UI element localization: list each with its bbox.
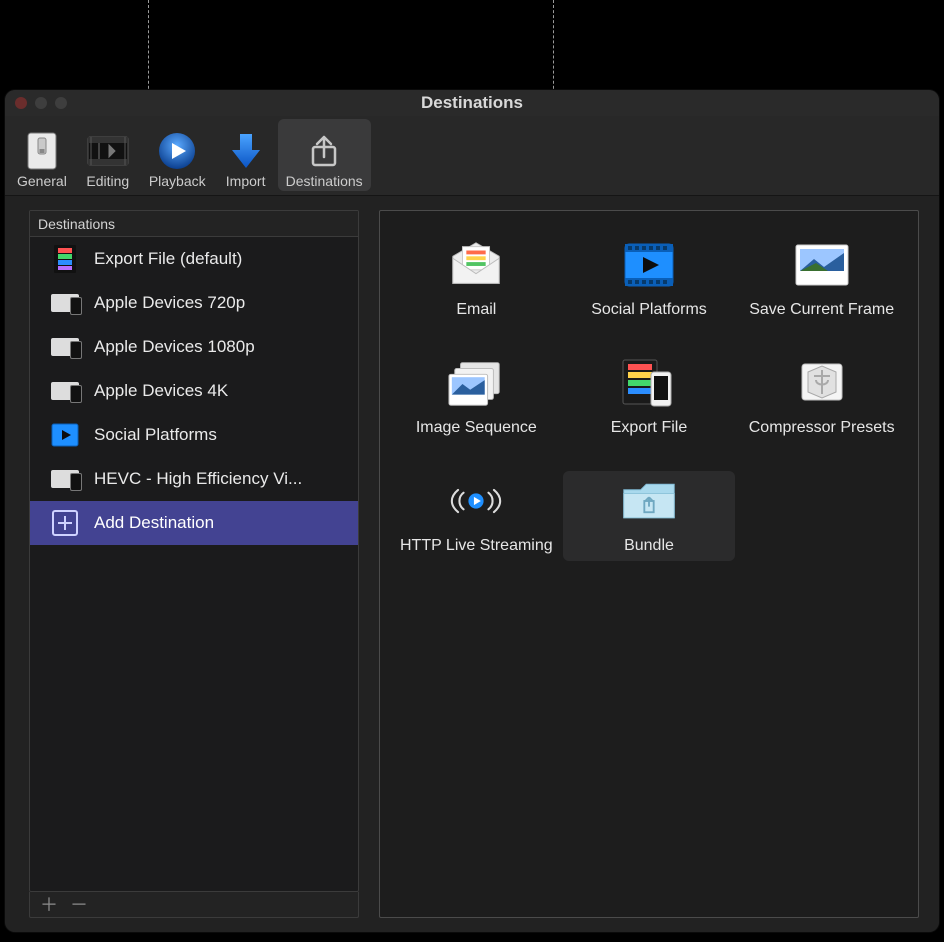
- list-item-label: Apple Devices 4K: [94, 381, 236, 401]
- tile-email[interactable]: Email: [390, 235, 563, 325]
- tab-label: Destinations: [286, 173, 363, 189]
- window-body: Destinations Export File (: [5, 196, 939, 932]
- devices-icon: [50, 464, 80, 494]
- tile-social[interactable]: Social Platforms: [563, 235, 736, 325]
- image-stack-icon: [447, 359, 505, 407]
- tile-label: HTTP Live Streaming: [400, 537, 553, 555]
- list-item-export-file[interactable]: Export File (default): [30, 237, 358, 281]
- social-icon: [50, 420, 80, 450]
- tile-label: Image Sequence: [416, 419, 537, 437]
- list-item-1080p[interactable]: Apple Devices 1080p: [30, 325, 358, 369]
- list-item-hevc[interactable]: HEVC - High Efficiency Vi...: [30, 457, 358, 501]
- compressor-icon: [793, 359, 851, 407]
- tab-label: Editing: [86, 173, 129, 189]
- list-item-label: Add Destination: [94, 513, 222, 533]
- film-strip-icon: [50, 244, 80, 274]
- list-item-add-destination[interactable]: Add Destination: [30, 501, 358, 545]
- tile-label: Save Current Frame: [749, 301, 894, 319]
- list-item-label: Social Platforms: [94, 425, 225, 445]
- list-footer: ＋ －: [29, 892, 359, 918]
- tile-label: Export File: [611, 419, 687, 437]
- tab-label: General: [17, 173, 67, 189]
- http-live-streaming-icon: [447, 477, 505, 525]
- import-icon: [226, 129, 266, 173]
- tab-editing[interactable]: Editing: [77, 119, 139, 191]
- tile-export-file[interactable]: Export File: [563, 353, 736, 443]
- general-icon: [24, 129, 60, 173]
- devices-icon: [50, 332, 80, 362]
- tab-playback[interactable]: Playback: [141, 119, 214, 191]
- tab-label: Import: [226, 173, 266, 189]
- list-item-720p[interactable]: Apple Devices 720p: [30, 281, 358, 325]
- email-icon: [447, 241, 505, 289]
- tab-label: Playback: [149, 173, 206, 189]
- tile-save-frame[interactable]: Save Current Frame: [735, 235, 908, 325]
- editing-icon: [85, 129, 131, 173]
- destination-templates-panel: Email Social Platforms: [379, 210, 919, 918]
- tile-bundle[interactable]: Bundle: [563, 471, 736, 561]
- tab-import[interactable]: Import: [216, 119, 276, 191]
- destinations-icon: [307, 129, 341, 173]
- list-item-4k[interactable]: Apple Devices 4K: [30, 369, 358, 413]
- image-frame-icon: [793, 241, 851, 289]
- tile-hls[interactable]: HTTP Live Streaming: [390, 471, 563, 561]
- templates-grid: Email Social Platforms: [380, 211, 918, 585]
- devices-icon: [50, 288, 80, 318]
- list-item-label: Export File (default): [94, 249, 250, 269]
- add-button[interactable]: ＋: [40, 896, 58, 914]
- list-item-social[interactable]: Social Platforms: [30, 413, 358, 457]
- tile-label: Bundle: [624, 537, 674, 555]
- list-body: Export File (default) Apple Devices 720p…: [30, 237, 358, 891]
- add-icon: [50, 508, 80, 538]
- playback-icon: [156, 129, 198, 173]
- export-file-icon: [620, 359, 678, 407]
- tab-destinations[interactable]: Destinations: [278, 119, 371, 191]
- titlebar: Destinations: [5, 90, 939, 116]
- preferences-window: Destinations General: [5, 90, 939, 932]
- window-title: Destinations: [5, 93, 939, 113]
- bundle-folder-icon: [620, 477, 678, 525]
- preferences-toolbar: General Editing: [5, 116, 939, 196]
- list-item-label: Apple Devices 720p: [94, 293, 253, 313]
- tile-image-sequence[interactable]: Image Sequence: [390, 353, 563, 443]
- tile-compressor[interactable]: Compressor Presets: [735, 353, 908, 443]
- social-icon: [620, 241, 678, 289]
- devices-icon: [50, 376, 80, 406]
- list-item-label: HEVC - High Efficiency Vi...: [94, 469, 310, 489]
- tile-label: Social Platforms: [591, 301, 707, 319]
- destinations-sidebar: Destinations Export File (: [29, 210, 359, 918]
- list-item-label: Apple Devices 1080p: [94, 337, 263, 357]
- list-header: Destinations: [30, 211, 358, 237]
- destinations-list: Destinations Export File (: [29, 210, 359, 892]
- tile-label: Email: [456, 301, 496, 319]
- remove-button[interactable]: －: [70, 896, 88, 914]
- tile-label: Compressor Presets: [749, 419, 895, 437]
- tab-general[interactable]: General: [9, 119, 75, 191]
